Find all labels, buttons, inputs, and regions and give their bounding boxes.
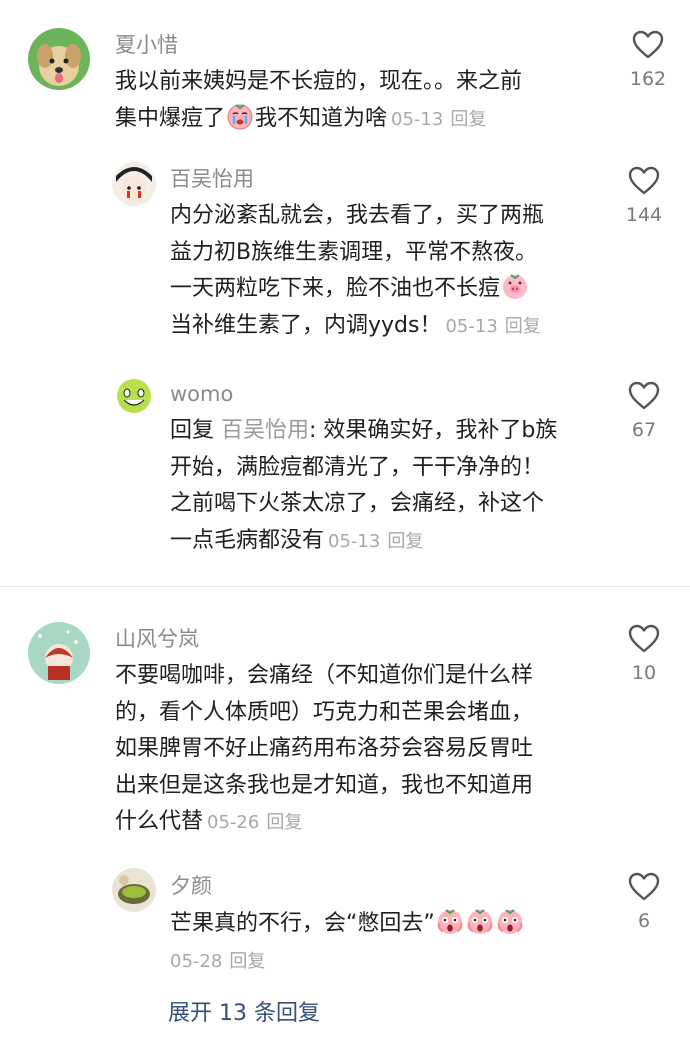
comment-date: 05-13 <box>445 315 498 337</box>
reply-button[interactable]: 回复 <box>266 812 302 833</box>
divider <box>0 586 690 587</box>
comment-date: 05-28 <box>170 950 223 972</box>
like-button[interactable]: 162 <box>618 30 678 90</box>
avatar[interactable] <box>28 28 90 90</box>
pig-emoji-icon <box>501 272 529 300</box>
like-button[interactable]: 144 <box>614 166 674 226</box>
reply-text: 回复 百吴怡用: 效果确实好，我补了b族 开始，满脸痘都清光了，干干净净的！ 之… <box>170 418 558 553</box>
username[interactable]: 夏小惜 <box>115 32 178 58</box>
crying-emoji-icon <box>226 102 254 130</box>
avatar[interactable] <box>112 162 156 206</box>
like-count: 6 <box>637 910 651 932</box>
username[interactable]: 山风兮岚 <box>115 626 199 652</box>
expand-replies-button[interactable]: 展开 13 条回复 <box>168 995 320 1027</box>
reply-button[interactable]: 回复 <box>229 951 265 972</box>
comment-date: 05-13 <box>328 530 381 552</box>
like-count: 162 <box>629 68 667 90</box>
reply-target[interactable]: 百吴怡用 <box>221 418 309 443</box>
comment-date: 05-26 <box>207 812 260 833</box>
scared-emoji-icon <box>436 907 464 935</box>
like-count: 144 <box>625 204 663 226</box>
like-button[interactable]: 67 <box>614 381 674 441</box>
reply-text: 内分泌紊乱就会，我去看了，买了两瓶 益力初B族维生素调理，平常不熬夜。 一天两粒… <box>170 203 545 338</box>
scared-emoji-icon <box>496 907 524 935</box>
avatar[interactable] <box>112 868 156 912</box>
heart-icon <box>632 30 664 60</box>
username[interactable]: 百吴怡用 <box>170 166 254 192</box>
username[interactable]: 夕颜 <box>170 873 212 899</box>
scared-emoji-icon <box>466 907 494 935</box>
like-button[interactable]: 6 <box>614 872 674 932</box>
reply-button[interactable]: 回复 <box>450 109 486 130</box>
comment-date: 05-13 <box>391 108 444 130</box>
reply-text: 芒果真的不行，会“憋回去” 05-28 回复 <box>170 906 525 980</box>
comment-text: 我以前来姨妈是不长痘的，现在。。来之前 集中爆痘了 我不知道为啥 05-13 回复 <box>115 69 523 131</box>
like-count: 67 <box>631 419 657 441</box>
avatar[interactable] <box>112 376 156 420</box>
reply-button[interactable]: 回复 <box>387 531 423 552</box>
heart-icon <box>628 872 660 902</box>
comment-text: 不要喝咖啡，会痛经（不知道你们是什么样 的，看个人体质吧）巧克力和芒果会堵血， … <box>115 663 534 834</box>
like-button[interactable]: 10 <box>614 624 674 684</box>
avatar[interactable] <box>28 622 90 684</box>
heart-icon <box>628 166 660 196</box>
heart-icon <box>628 624 660 654</box>
heart-icon <box>628 381 660 411</box>
like-count: 10 <box>631 662 657 684</box>
reply-button[interactable]: 回复 <box>505 316 541 337</box>
username[interactable]: womo <box>170 381 233 407</box>
